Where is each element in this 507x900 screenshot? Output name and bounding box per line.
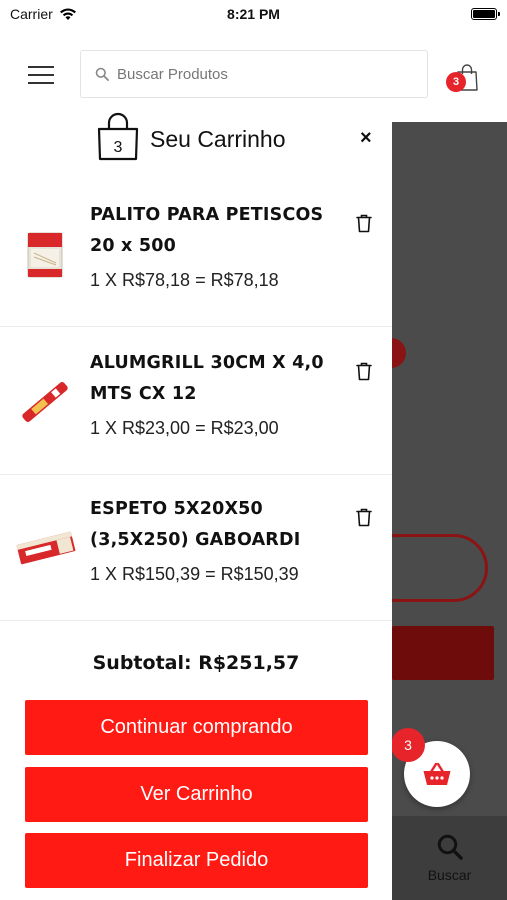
background-decoration bbox=[392, 338, 406, 368]
cart-item: ESPETO 5X20X50 (3,5X250) GABOARDI 1 X R$… bbox=[0, 474, 392, 621]
cart-count-badge: 3 bbox=[446, 72, 466, 92]
product-name-line-1: PALITO PARA PETISCOS bbox=[90, 205, 324, 225]
checkout-button[interactable]: Finalizar Pedido bbox=[25, 833, 368, 888]
product-name-line-2: (3,5X250) GABOARDI bbox=[90, 530, 301, 550]
app-header: Buscar Produtos 3 bbox=[0, 40, 507, 110]
product-price-line: 1 X R$150,39 = R$150,39 bbox=[90, 564, 299, 584]
trash-icon[interactable] bbox=[355, 213, 373, 233]
search-icon bbox=[437, 834, 463, 860]
cart-title: Seu Carrinho bbox=[150, 126, 286, 152]
status-left: Carrier bbox=[10, 6, 77, 22]
search-placeholder: Buscar Produtos bbox=[117, 65, 228, 83]
product-name: ALUMGRILL 30CM X 4,0 MTS CX 12 bbox=[90, 348, 340, 410]
continue-shopping-button[interactable]: Continuar comprando bbox=[25, 700, 368, 755]
product-thumbnail bbox=[16, 531, 76, 565]
trash-icon[interactable] bbox=[355, 507, 373, 527]
product-thumbnail bbox=[27, 232, 63, 278]
search-input[interactable]: Buscar Produtos bbox=[80, 50, 428, 98]
view-cart-button[interactable]: Ver Carrinho bbox=[25, 767, 368, 822]
basket-icon bbox=[423, 762, 451, 785]
product-thumbnail bbox=[22, 382, 68, 422]
close-icon[interactable]: × bbox=[360, 127, 372, 149]
background-outline-button bbox=[392, 534, 488, 602]
product-name: PALITO PARA PETISCOS 20 x 500 bbox=[90, 200, 340, 262]
battery-icon bbox=[471, 8, 500, 20]
cart-bag-count: 3 bbox=[114, 139, 123, 156]
cart-item: ALUMGRILL 30CM X 4,0 MTS CX 12 1 X R$23,… bbox=[0, 328, 392, 475]
nav-search-label: Buscar bbox=[427, 867, 472, 883]
product-price-line: 1 X R$23,00 = R$23,00 bbox=[90, 418, 279, 438]
carrier-label: Carrier bbox=[10, 6, 53, 22]
cart-drawer: 3 Seu Carrinho × PALITO PARA PETISCOS 20… bbox=[0, 110, 392, 900]
cart-subtotal: Subtotal: R$251,57 bbox=[92, 652, 300, 674]
shopping-bag-icon: 3 bbox=[97, 112, 139, 161]
hamburger-menu-icon[interactable] bbox=[28, 66, 54, 86]
app-screen: Carrier 8:21 PM Buscar Produtos 3 Buscar… bbox=[0, 0, 507, 900]
floating-cart-badge: 3 bbox=[391, 728, 425, 762]
trash-icon[interactable] bbox=[355, 361, 373, 381]
product-name-line-2: MTS CX 12 bbox=[90, 384, 197, 404]
status-bar: Carrier 8:21 PM bbox=[0, 0, 507, 28]
product-price-line: 1 X R$78,18 = R$78,18 bbox=[90, 270, 279, 290]
search-icon bbox=[95, 67, 109, 81]
product-name-line-1: ESPETO 5X20X50 bbox=[90, 499, 263, 519]
cart-item: PALITO PARA PETISCOS 20 x 500 1 X R$78,1… bbox=[0, 180, 392, 327]
product-name-line-1: ALUMGRILL 30CM X 4,0 bbox=[90, 353, 324, 373]
bottom-nav-search[interactable]: Buscar bbox=[392, 816, 507, 900]
product-name-line-2: 20 x 500 bbox=[90, 236, 176, 256]
wifi-icon bbox=[59, 8, 76, 20]
product-name: ESPETO 5X20X50 (3,5X250) GABOARDI bbox=[90, 494, 340, 556]
cart-drawer-header: 3 Seu Carrinho × bbox=[0, 110, 392, 190]
background-filled-button bbox=[392, 626, 494, 680]
